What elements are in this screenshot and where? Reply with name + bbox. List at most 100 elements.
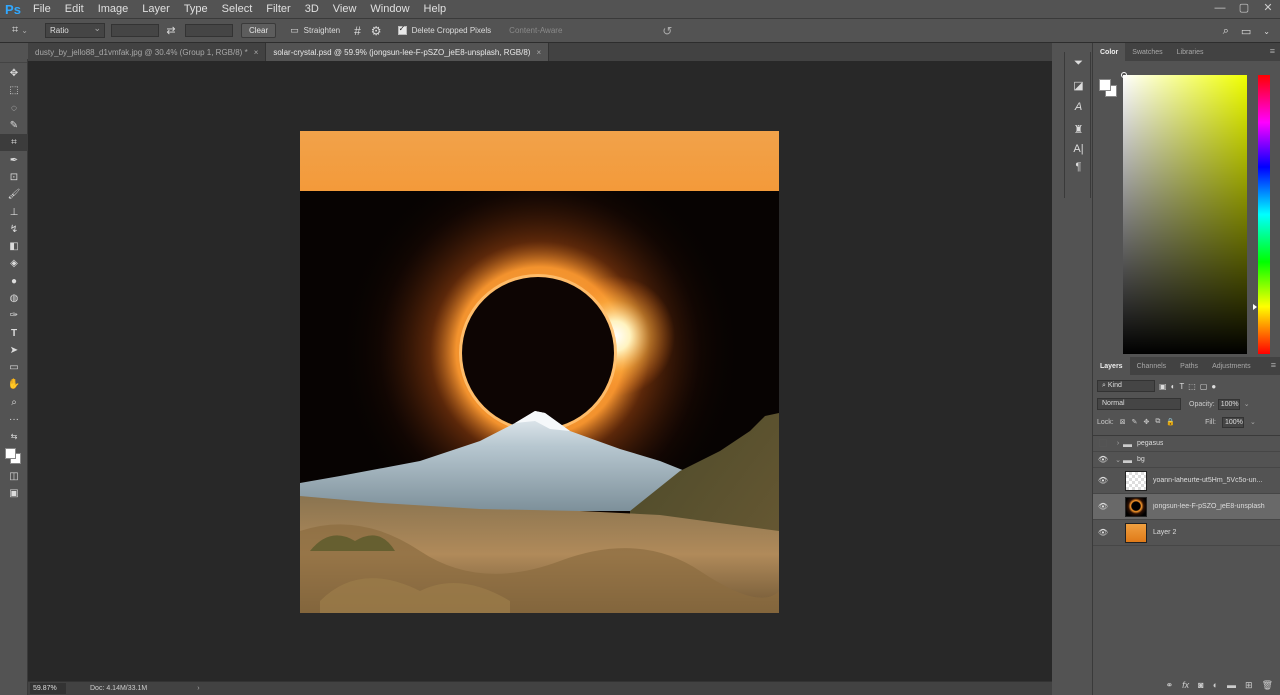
tab-dusty[interactable]: dusty_by_jello88_d1vmfak.jpg @ 30.4% (Gr… [28, 43, 267, 61]
tool-presets-icon[interactable]: ♜ [1065, 118, 1092, 140]
close-icon[interactable]: × [254, 48, 259, 57]
chevron-right-icon[interactable]: › [197, 685, 199, 692]
history-brush-icon[interactable]: ↯ [0, 221, 28, 238]
screen-mode-icon[interactable]: ▣ [0, 485, 28, 502]
menu-file[interactable]: File [26, 0, 58, 19]
tab-channels[interactable]: Channels [1130, 357, 1174, 375]
bucket-icon[interactable]: ◈ [0, 255, 28, 272]
link-layers-icon[interactable]: ⚭ [1166, 680, 1174, 691]
rectangle-icon[interactable]: ▭ [0, 359, 28, 376]
swap-colors-icon[interactable]: ⇆ [0, 428, 28, 445]
saturation-field[interactable] [1123, 75, 1247, 354]
type-icon[interactable]: T [0, 324, 28, 341]
menu-view[interactable]: View [326, 0, 364, 19]
pixel-filter-icon[interactable]: ▣ [1159, 382, 1167, 391]
tab-paths[interactable]: Paths [1173, 357, 1205, 375]
pen-icon[interactable]: ✑ [0, 307, 28, 324]
tab-solar-crystal[interactable]: solar-crystal.psd @ 59.9% (jongsun-lee-F… [266, 43, 550, 61]
trash-icon[interactable]: 🗑 [1262, 680, 1273, 691]
maximize-button[interactable]: ▢ [1232, 0, 1256, 15]
menu-edit[interactable]: Edit [58, 0, 91, 19]
menu-filter[interactable]: Filter [259, 0, 297, 19]
ratio-height-input[interactable] [185, 24, 233, 37]
menu-select[interactable]: Select [215, 0, 260, 19]
color-swatches-icon[interactable] [0, 446, 28, 468]
more-icon[interactable]: ··· [0, 411, 28, 428]
crop-icon[interactable]: ⌗ [0, 134, 28, 152]
filter-toggle-icon[interactable]: ● [1211, 382, 1216, 391]
path-select-icon[interactable]: ➤ [0, 342, 28, 359]
lock-all-icon[interactable]: 🔒 [1166, 418, 1175, 426]
brush-settings-icon[interactable]: ◪ [1065, 74, 1092, 96]
menu-window[interactable]: Window [363, 0, 416, 19]
straighten-icon[interactable]: ▭ [290, 25, 299, 36]
history-icon[interactable]: ⏷ [1065, 52, 1092, 74]
panel-menu-icon[interactable]: ≡ [1270, 46, 1275, 56]
move-icon[interactable]: ✥ [0, 65, 28, 82]
adjustment-filter-icon[interactable]: ◐ [1171, 382, 1176, 391]
clear-button[interactable]: Clear [241, 23, 277, 38]
panel-menu-icon[interactable]: ≡ [1271, 360, 1276, 370]
chevron-right-icon[interactable]: › [1113, 440, 1123, 447]
eye-icon[interactable]: 👁 [1093, 455, 1113, 464]
menu-3d[interactable]: 3D [298, 0, 326, 19]
lock-position-icon[interactable]: ✥ [1143, 418, 1149, 426]
layer-row-layer2[interactable]: 👁 Layer 2 [1093, 520, 1280, 546]
shape-filter-icon[interactable]: ⬚ [1188, 382, 1196, 391]
eyedropper-icon[interactable]: ✒ [0, 151, 28, 168]
type-filter-icon[interactable]: T [1179, 382, 1184, 391]
layer-row-pegasus[interactable]: › ▬ pegasus [1093, 436, 1280, 452]
blend-mode-select[interactable]: Normal [1097, 398, 1181, 410]
straighten-label[interactable]: Straighten [304, 26, 340, 35]
eye-icon[interactable]: 👁 [1093, 528, 1113, 537]
canvas-area[interactable] [28, 61, 1052, 681]
foreground-color-swatch[interactable] [1099, 79, 1111, 91]
zoom-icon[interactable]: ⌕ [0, 394, 28, 411]
spot-heal-icon[interactable]: ⊡ [0, 169, 28, 186]
brush-icon[interactable]: 🖌 [0, 186, 28, 203]
reset-icon[interactable]: ↺ [662, 24, 672, 38]
hue-slider[interactable] [1258, 75, 1270, 354]
eye-icon[interactable]: 👁 [1093, 502, 1113, 511]
eraser-icon[interactable]: ◧ [0, 238, 28, 255]
hue-marker[interactable] [1253, 304, 1257, 310]
chevron-down-icon[interactable]: ⌄ [1113, 456, 1123, 464]
fill-input[interactable]: 100% [1221, 416, 1244, 428]
color-picker-cursor[interactable] [1121, 72, 1127, 78]
search-icon[interactable]: ⌕ [1223, 25, 1229, 38]
new-layer-icon[interactable]: ⊞ [1245, 680, 1253, 691]
close-button[interactable]: ✕ [1256, 0, 1280, 15]
tab-color[interactable]: Color [1093, 43, 1126, 61]
gear-icon[interactable]: ⚙ [371, 24, 382, 38]
hand-icon[interactable]: ✋ [0, 376, 28, 393]
layer-row-bg[interactable]: 👁 ⌄ ▬ bg [1093, 452, 1280, 468]
layer-row-jongsun[interactable]: 👁 jongsun-lee-F-pSZO_jeE8-unsplash [1093, 494, 1280, 520]
visibility-toggle[interactable] [1093, 439, 1113, 449]
glyphs-icon[interactable]: A| [1065, 140, 1092, 158]
blur-icon[interactable]: ● [0, 273, 28, 290]
chevron-down-icon[interactable]: ⌄ [1250, 418, 1256, 426]
lock-artboard-icon[interactable]: ⧉ [1155, 418, 1160, 426]
add-mask-icon[interactable]: ◙ [1198, 680, 1203, 690]
character-icon[interactable]: A [1065, 96, 1092, 118]
quick-mask-icon[interactable]: ◫ [0, 468, 28, 485]
new-group-icon[interactable]: ▬ [1227, 680, 1236, 690]
menu-type[interactable]: Type [177, 0, 215, 19]
zoom-level-input[interactable]: 59.87% [30, 683, 66, 694]
adjustment-layer-icon[interactable]: ◐ [1213, 680, 1218, 690]
tool-preset-picker[interactable]: ⌗ ⌄ [0, 24, 40, 37]
swap-icon[interactable]: ⇄ [163, 24, 179, 37]
layer-style-icon[interactable]: fx [1182, 680, 1189, 690]
eye-icon[interactable]: 👁 [1093, 476, 1113, 485]
overlay-grid-icon[interactable]: # [354, 24, 361, 38]
marquee-icon[interactable]: ⬚ [0, 82, 28, 99]
ratio-select[interactable]: Ratio [45, 22, 105, 38]
lasso-icon[interactable]: ◌ [0, 100, 28, 117]
delete-cropped-checkbox[interactable] [397, 24, 407, 35]
menu-help[interactable]: Help [417, 0, 454, 19]
tab-libraries[interactable]: Libraries [1170, 43, 1211, 61]
toolbar-grip[interactable] [0, 59, 27, 63]
tab-adjustments[interactable]: Adjustments [1205, 357, 1258, 375]
menu-layer[interactable]: Layer [135, 0, 177, 19]
kind-filter-select[interactable]: ⌕ Kind [1097, 380, 1155, 392]
